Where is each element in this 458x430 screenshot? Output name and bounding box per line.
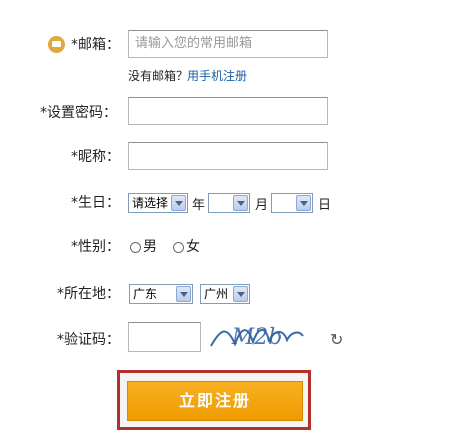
chevron-down-icon	[176, 286, 191, 302]
gender-label: *性别：	[71, 239, 120, 255]
birth-year-value: 请选择	[132, 196, 169, 210]
birth-day-select[interactable]	[271, 193, 313, 213]
captcha-text: M2b	[231, 325, 283, 350]
email-placeholder: 请输入您的常用邮箱	[135, 36, 253, 51]
chevron-down-icon	[296, 195, 311, 211]
captcha-field[interactable]	[128, 322, 201, 352]
gender-male-label[interactable]: 男	[143, 238, 157, 256]
birthday-label: *生日：	[71, 195, 120, 211]
city-value: 广州	[204, 287, 229, 301]
location-label: *所在地：	[57, 286, 120, 302]
chevron-down-icon	[233, 195, 248, 211]
city-select[interactable]: 广州	[200, 284, 250, 304]
chevron-down-icon	[171, 195, 186, 211]
email-label: *邮箱：	[71, 37, 120, 53]
password-field[interactable]	[128, 97, 328, 125]
nickname-label: *昵称：	[71, 149, 120, 165]
password-label: *设置密码：	[40, 105, 117, 121]
captcha-image[interactable]: M2b	[207, 318, 307, 354]
birth-month-select[interactable]	[208, 193, 250, 213]
captcha-label: *验证码：	[57, 332, 120, 348]
gender-female-label[interactable]: 女	[186, 238, 200, 256]
birth-year-select[interactable]: 请选择	[128, 193, 188, 213]
gender-female-radio[interactable]	[173, 242, 184, 253]
year-unit: 年	[192, 198, 206, 213]
gender-male-radio[interactable]	[130, 242, 141, 253]
province-select[interactable]: 广东	[129, 284, 193, 304]
month-unit: 月	[255, 198, 269, 213]
nickname-field[interactable]	[128, 142, 328, 170]
province-value: 广东	[133, 287, 158, 301]
refresh-icon[interactable]: ↻	[330, 330, 343, 349]
day-unit: 日	[318, 198, 332, 213]
phone-register-link[interactable]: 用手机注册	[187, 67, 247, 84]
chevron-down-icon	[233, 286, 248, 302]
mail-icon	[48, 36, 65, 53]
captcha-svg: M2b	[210, 325, 304, 350]
no-email-text: 没有邮箱？	[128, 69, 189, 83]
register-button[interactable]: 立即注册	[127, 381, 303, 421]
email-field[interactable]: 请输入您的常用邮箱	[128, 30, 328, 58]
